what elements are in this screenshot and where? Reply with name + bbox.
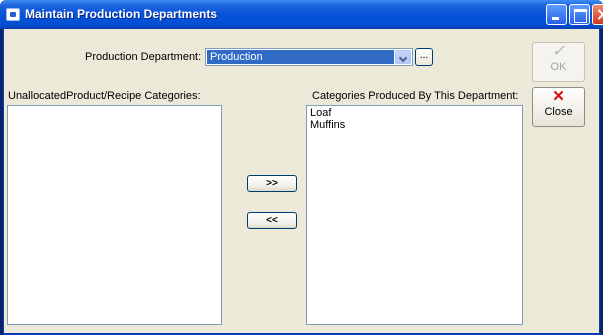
unallocated-categories-list[interactable] <box>7 105 222 325</box>
move-left-button[interactable]: << <box>247 212 297 229</box>
unallocated-list-label: UnallocatedProduct/Recipe Categories: <box>8 90 201 102</box>
produced-list-label: Categories Produced By This Department: <box>312 90 519 102</box>
close-window-icon[interactable] <box>592 4 603 25</box>
ok-button-label: OK <box>550 61 567 73</box>
title-bar[interactable]: Maintain Production Departments <box>0 0 603 29</box>
move-right-button[interactable]: >> <box>247 175 297 192</box>
dialog-body: Production Department: Production ... ✓ … <box>3 29 601 335</box>
list-item[interactable]: Loaf <box>307 107 522 119</box>
checkmark-icon: ✓ <box>551 43 566 60</box>
chevron-down-icon[interactable] <box>395 50 411 64</box>
list-item[interactable]: Muffins <box>307 119 522 131</box>
produced-categories-list[interactable]: Loaf Muffins <box>306 105 523 325</box>
minimize-icon[interactable] <box>546 4 567 25</box>
department-select[interactable]: Production <box>205 48 413 66</box>
department-selected-value[interactable]: Production <box>207 50 394 64</box>
browse-departments-button[interactable]: ... <box>415 48 433 66</box>
close-button[interactable]: ✕ Close <box>532 87 585 127</box>
red-x-icon: ✕ <box>552 88 565 105</box>
window-title: Maintain Production Departments <box>25 7 218 21</box>
maximize-icon[interactable] <box>569 4 590 25</box>
close-button-label: Close <box>544 106 573 118</box>
ok-button[interactable]: ✓ OK <box>532 42 585 82</box>
department-label: Production Department: <box>85 51 202 63</box>
app-icon <box>6 8 20 21</box>
dialog-window: Maintain Production Departments Producti… <box>0 0 603 335</box>
